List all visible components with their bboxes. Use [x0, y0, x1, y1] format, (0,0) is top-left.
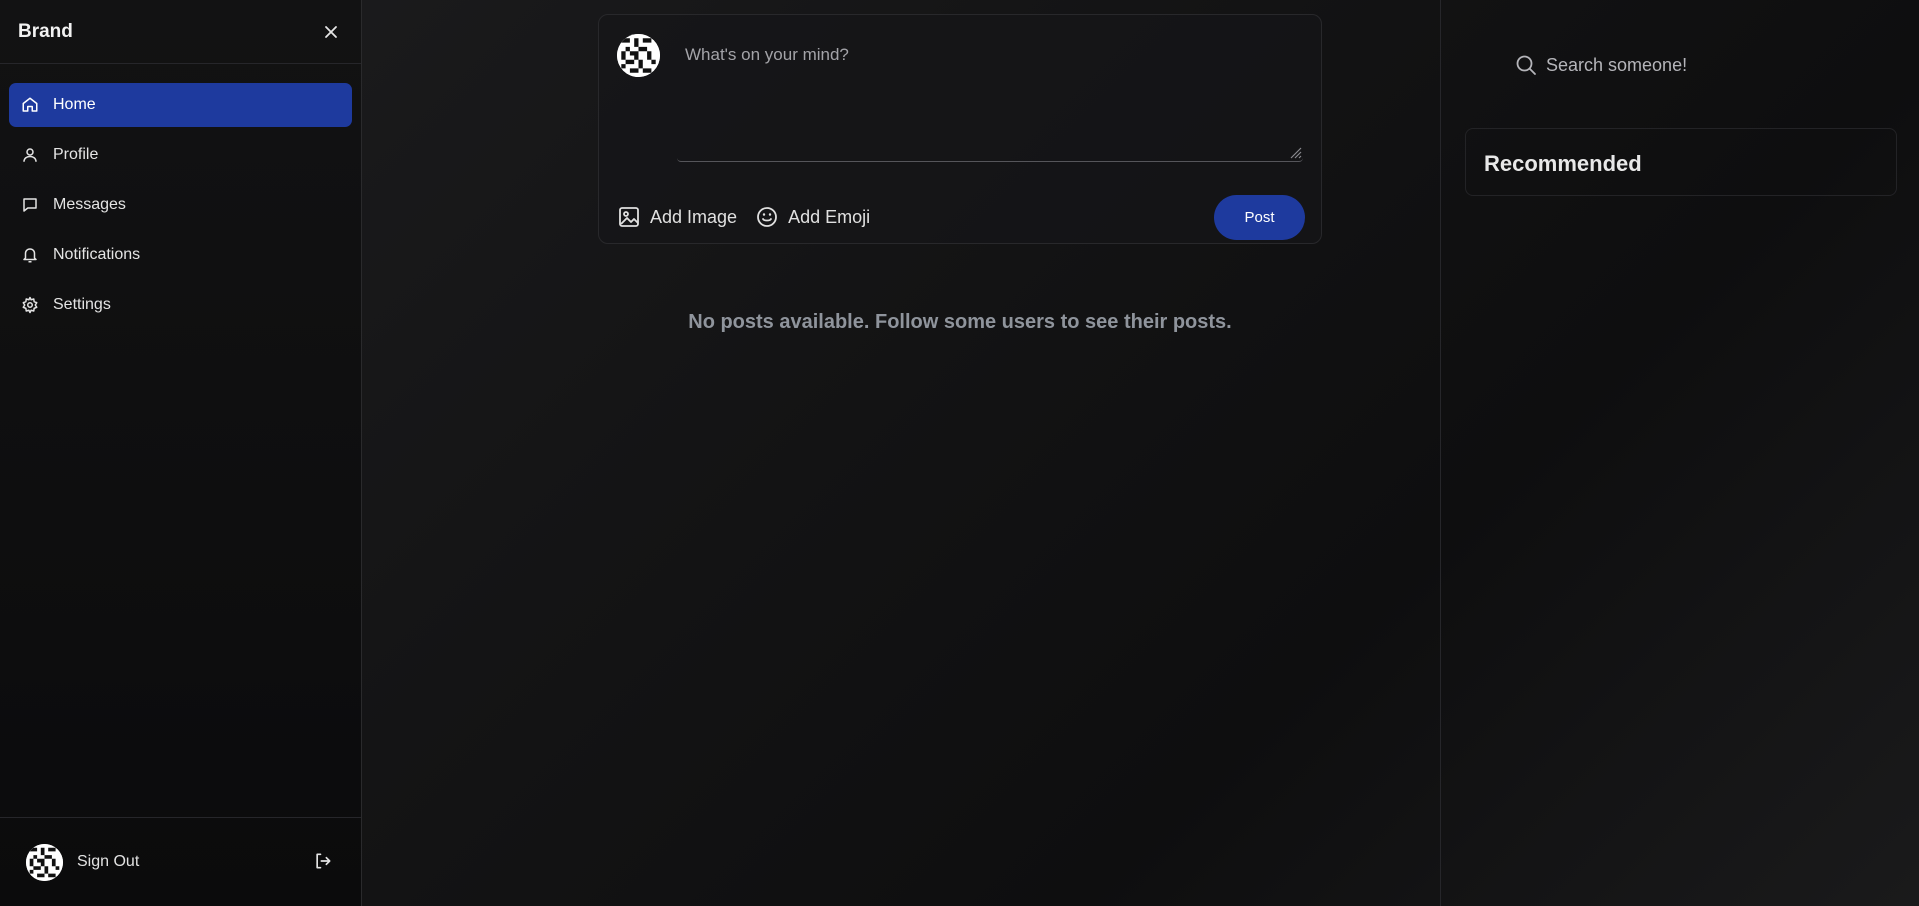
- bell-icon: [20, 245, 40, 265]
- smile-icon: [755, 205, 779, 229]
- search-icon: [1514, 53, 1538, 77]
- recommended-panel: Recommended: [1465, 128, 1897, 196]
- sign-out-button[interactable]: [313, 851, 335, 873]
- add-image-label: Add Image: [650, 206, 738, 227]
- recommended-title: Recommended: [1484, 151, 1642, 176]
- add-image-button[interactable]: Add Image: [617, 205, 737, 229]
- sidebar-item-profile[interactable]: Profile: [9, 133, 352, 177]
- sidebar-item-label: Home: [53, 96, 96, 113]
- right-column-divider: [1440, 0, 1441, 906]
- image-icon: [617, 205, 641, 229]
- sidebar-item-label: Settings: [53, 296, 111, 313]
- sidebar-item-label: Profile: [53, 146, 99, 163]
- sidebar-item-label: Notifications: [53, 246, 141, 263]
- search-bar: [1502, 45, 1762, 85]
- post-composer: Add Image Add Emoji Post: [598, 14, 1322, 244]
- avatar[interactable]: [26, 843, 63, 881]
- logout-icon: [316, 853, 331, 869]
- user-icon: [20, 145, 40, 165]
- add-emoji-button[interactable]: Add Emoji: [755, 205, 870, 229]
- sidebar-item-home[interactable]: Home: [9, 83, 352, 127]
- post-button[interactable]: Post: [1214, 194, 1305, 240]
- close-icon: [325, 25, 337, 38]
- brand-logo[interactable]: Brand: [18, 21, 73, 43]
- post-input[interactable]: [677, 41, 1303, 162]
- sidebar-footer: Sign Out: [0, 817, 361, 906]
- close-sidebar-button[interactable]: [319, 20, 343, 44]
- sidebar-item-settings[interactable]: Settings: [9, 283, 352, 327]
- add-emoji-label: Add Emoji: [788, 206, 871, 227]
- sign-out-label[interactable]: Sign Out: [77, 853, 313, 871]
- gear-icon: [20, 295, 40, 315]
- avatar[interactable]: [617, 34, 660, 77]
- sidebar-item-messages[interactable]: Messages: [9, 183, 352, 227]
- home-icon: [20, 95, 40, 115]
- empty-feed-message: No posts available. Follow some users to…: [688, 311, 1232, 333]
- message-icon: [20, 195, 40, 215]
- sidebar-nav: Home Profile Messages Notifications Sett…: [0, 64, 361, 327]
- resize-handle-icon[interactable]: [1288, 145, 1302, 159]
- sidebar-item-label: Messages: [53, 196, 126, 213]
- sidebar-header: Brand: [0, 0, 361, 64]
- sidebar-item-notifications[interactable]: Notifications: [9, 233, 352, 277]
- sidebar: Brand Home Profile Messages Notification…: [0, 0, 362, 906]
- composer-actions: Add Image Add Emoji Post: [617, 194, 1305, 240]
- search-input[interactable]: [1546, 54, 1746, 76]
